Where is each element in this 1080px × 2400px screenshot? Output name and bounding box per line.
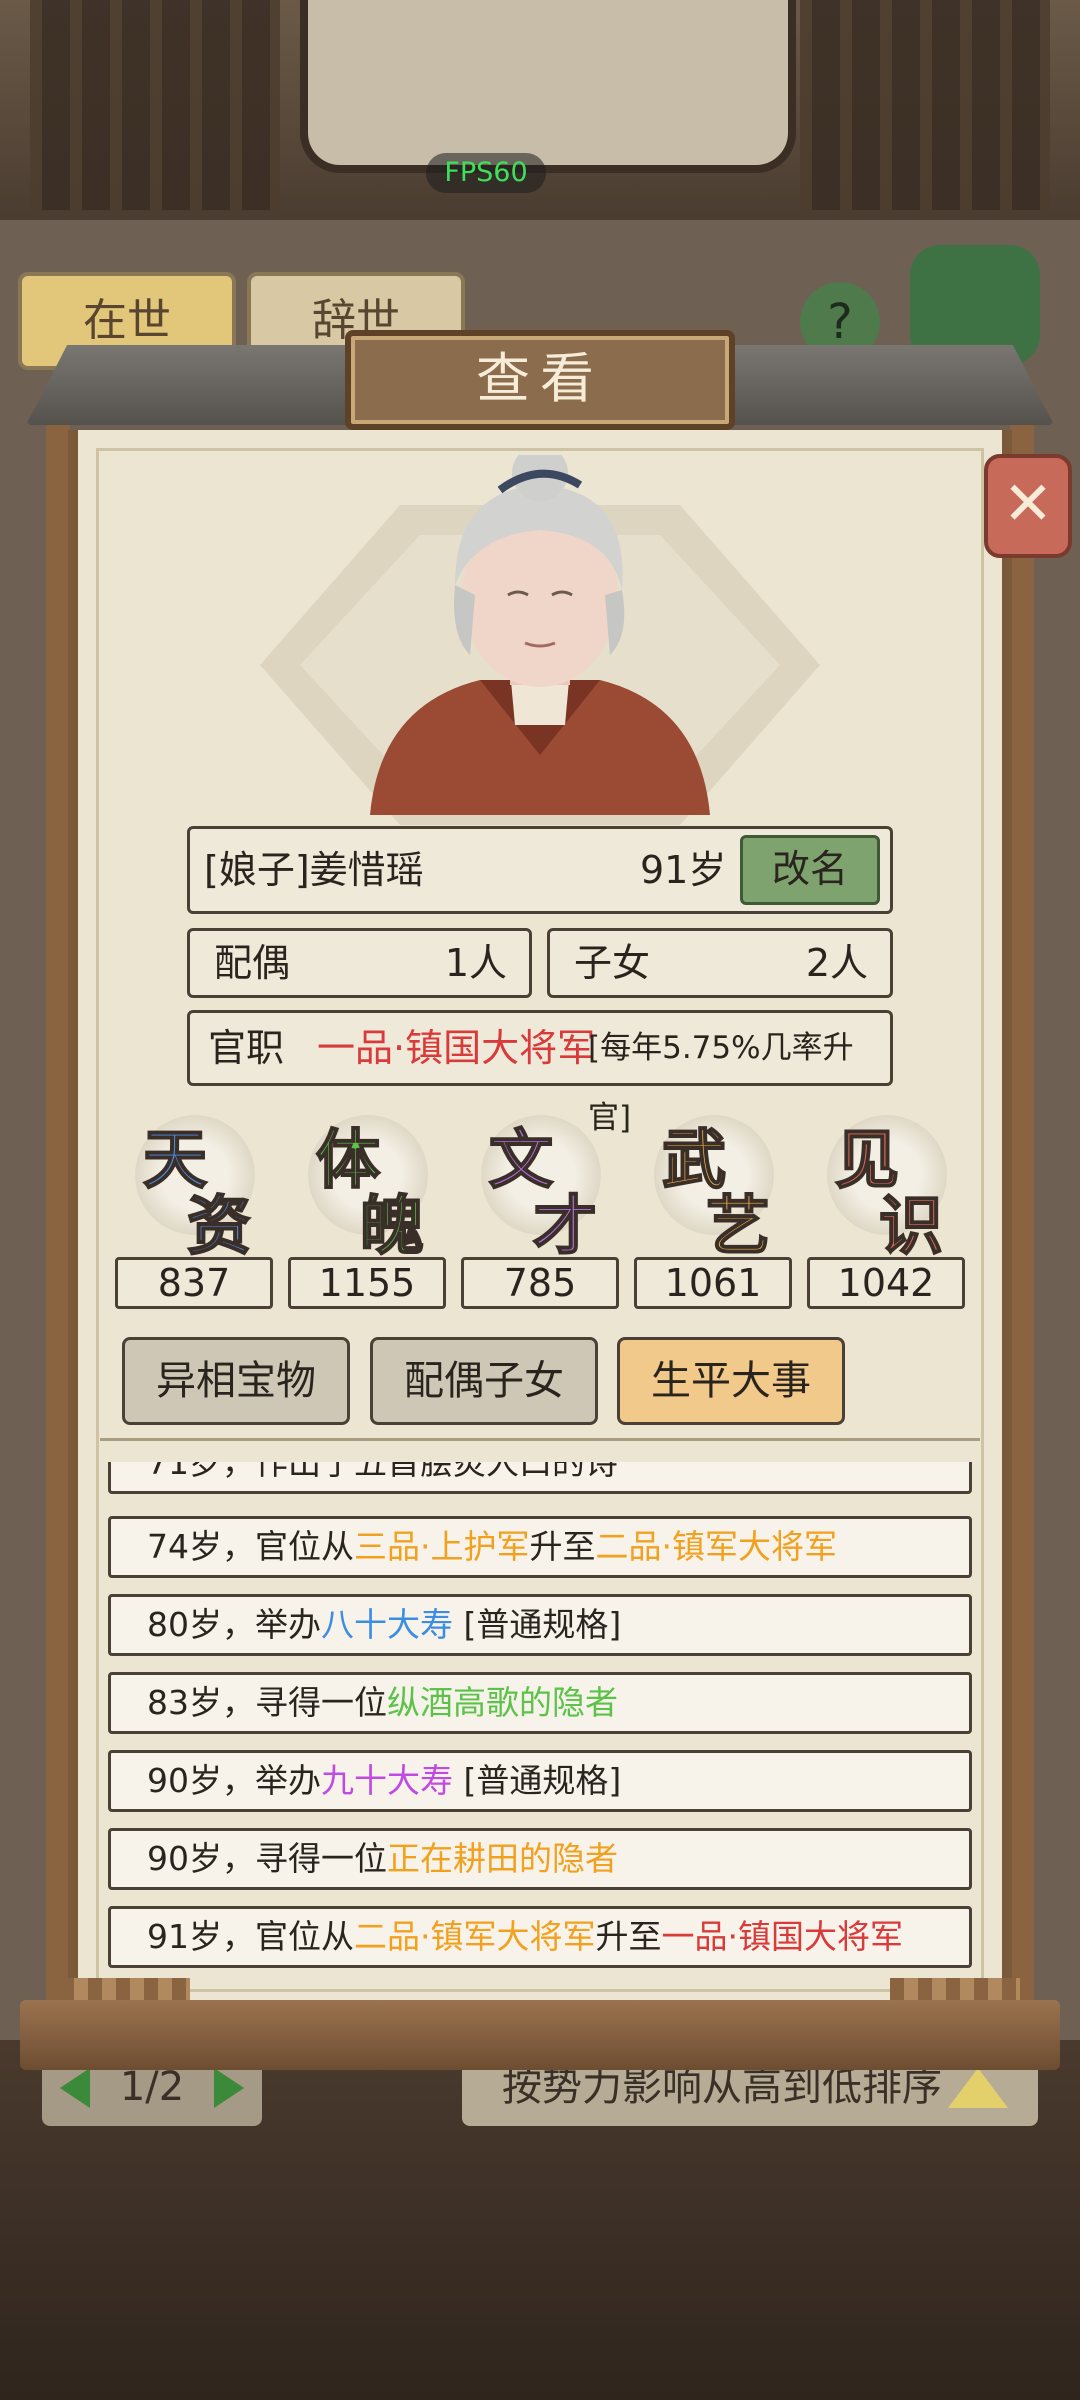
event-text: 升至 [529,1527,596,1566]
sort-arrow-icon [948,2068,1008,2108]
event-text: [普通规格] [453,1605,622,1644]
character-age: 91岁 [640,848,727,892]
children-row[interactable]: 子女 2人 [547,928,893,998]
event-text: 升至 [595,1917,662,1956]
tab-treasures[interactable]: 异相宝物 [122,1337,350,1425]
tab-life-events[interactable]: 生平大事 [617,1337,845,1425]
event-text: 71岁，作出了五首脍炙人口的诗 [147,1462,618,1482]
dialog-title: 查看 [476,347,604,410]
stat-value-physique: 1155 [288,1257,446,1309]
stat-icon-talent: 天 资 [125,1105,265,1265]
sort-label: 按势力影响从高到低排序 [502,2064,942,2110]
office-value: 一品·镇国大将军 [317,1026,596,1070]
event-text: 83岁，寻得一位 [147,1683,387,1722]
event-text: 74岁，官位从 [147,1527,354,1566]
spouse-label: 配偶 [214,941,291,985]
event-text: 纵酒高歌的隐者 [387,1683,618,1722]
lattice-right [800,0,1050,210]
stat-char-2: 资 [186,1188,252,1265]
stat-value-insight: 1042 [807,1257,965,1309]
event-text: 九十大寿 [321,1761,453,1800]
stat-icon-insight: 见 识 [817,1105,957,1265]
frame-post-right [1010,420,1034,2040]
title-plate: 查看 [345,330,735,430]
event-text: 三品·上护军 [354,1527,530,1566]
stat-icon-physique: 体 魄 [298,1105,438,1265]
event-text: 八十大寿 [321,1605,453,1644]
lattice-left [30,0,280,210]
office-label: 官职 [208,1026,285,1070]
event-text: 90岁，举办 [147,1761,321,1800]
rename-button[interactable]: 改名 [740,835,880,905]
event-text: 90岁，寻得一位 [147,1839,387,1878]
office-row: 官职 一品·镇国大将军 [每年5.75%几率升官] [187,1010,893,1136]
stat-value-talent: 837 [115,1257,273,1309]
event-row: 90岁，寻得一位正在耕田的隐者 [108,1828,972,1890]
event-row: 71岁，作出了五首脍炙人口的诗 [108,1462,972,1494]
spouse-row[interactable]: 配偶 1人 [187,928,532,998]
tab-family[interactable]: 配偶子女 [370,1337,598,1425]
event-text: 二品·镇军大将军 [595,1527,838,1566]
event-text: 正在耕田的隐者 [387,1839,618,1878]
character-portrait [370,455,710,815]
stat-value-literacy: 785 [461,1257,619,1309]
event-text: 91岁，官位从 [147,1917,354,1956]
stat-char-2: 艺 [705,1188,771,1265]
event-text: 80岁，举办 [147,1605,321,1644]
event-text: 二品·镇军大将军 [354,1917,596,1956]
close-button[interactable]: ✕ [984,454,1072,558]
stat-char-2: 识 [878,1188,944,1265]
next-page-icon[interactable] [214,2068,244,2108]
children-count: 2人 [805,941,868,985]
life-events-list[interactable]: 71岁，作出了五首脍炙人口的诗 74岁，官位从三品·上护军升至二品·镇军大将军 80… [104,1462,974,1982]
event-text: [普通规格] [453,1761,622,1800]
events-divider [100,1438,980,1449]
children-label: 子女 [574,941,651,985]
character-name: [娘子]姜惜瑶 [204,848,424,892]
frame-post-left [46,420,70,2040]
prev-page-icon[interactable] [60,2068,90,2108]
stat-icon-literacy: 文 才 [471,1105,611,1265]
stat-char-2: 才 [532,1188,598,1265]
background-painting [300,0,796,173]
event-row: 83岁，寻得一位纵酒高歌的隐者 [108,1672,972,1734]
stat-icon-martial: 武 艺 [644,1105,784,1265]
event-row: 91岁，官位从二品·镇军大将军升至一品·镇国大将军 [108,1906,972,1968]
name-row: [娘子]姜惜瑶 91岁 改名 [187,826,893,914]
event-text: 一品·镇国大将军 [661,1917,904,1956]
event-row: 74岁，官位从三品·上护军升至二品·镇军大将军 [108,1516,972,1578]
spouse-count: 1人 [444,941,507,985]
stat-value-martial: 1061 [634,1257,792,1309]
fps-counter: FPS60 [426,153,546,193]
event-row: 90岁，举办九十大寿 [普通规格] [108,1750,972,1812]
pager-text: 1/2 [119,2064,185,2110]
frame-base [20,2000,1060,2070]
stat-char-2: 魄 [359,1188,425,1265]
event-row: 80岁，举办八十大寿 [普通规格] [108,1594,972,1656]
